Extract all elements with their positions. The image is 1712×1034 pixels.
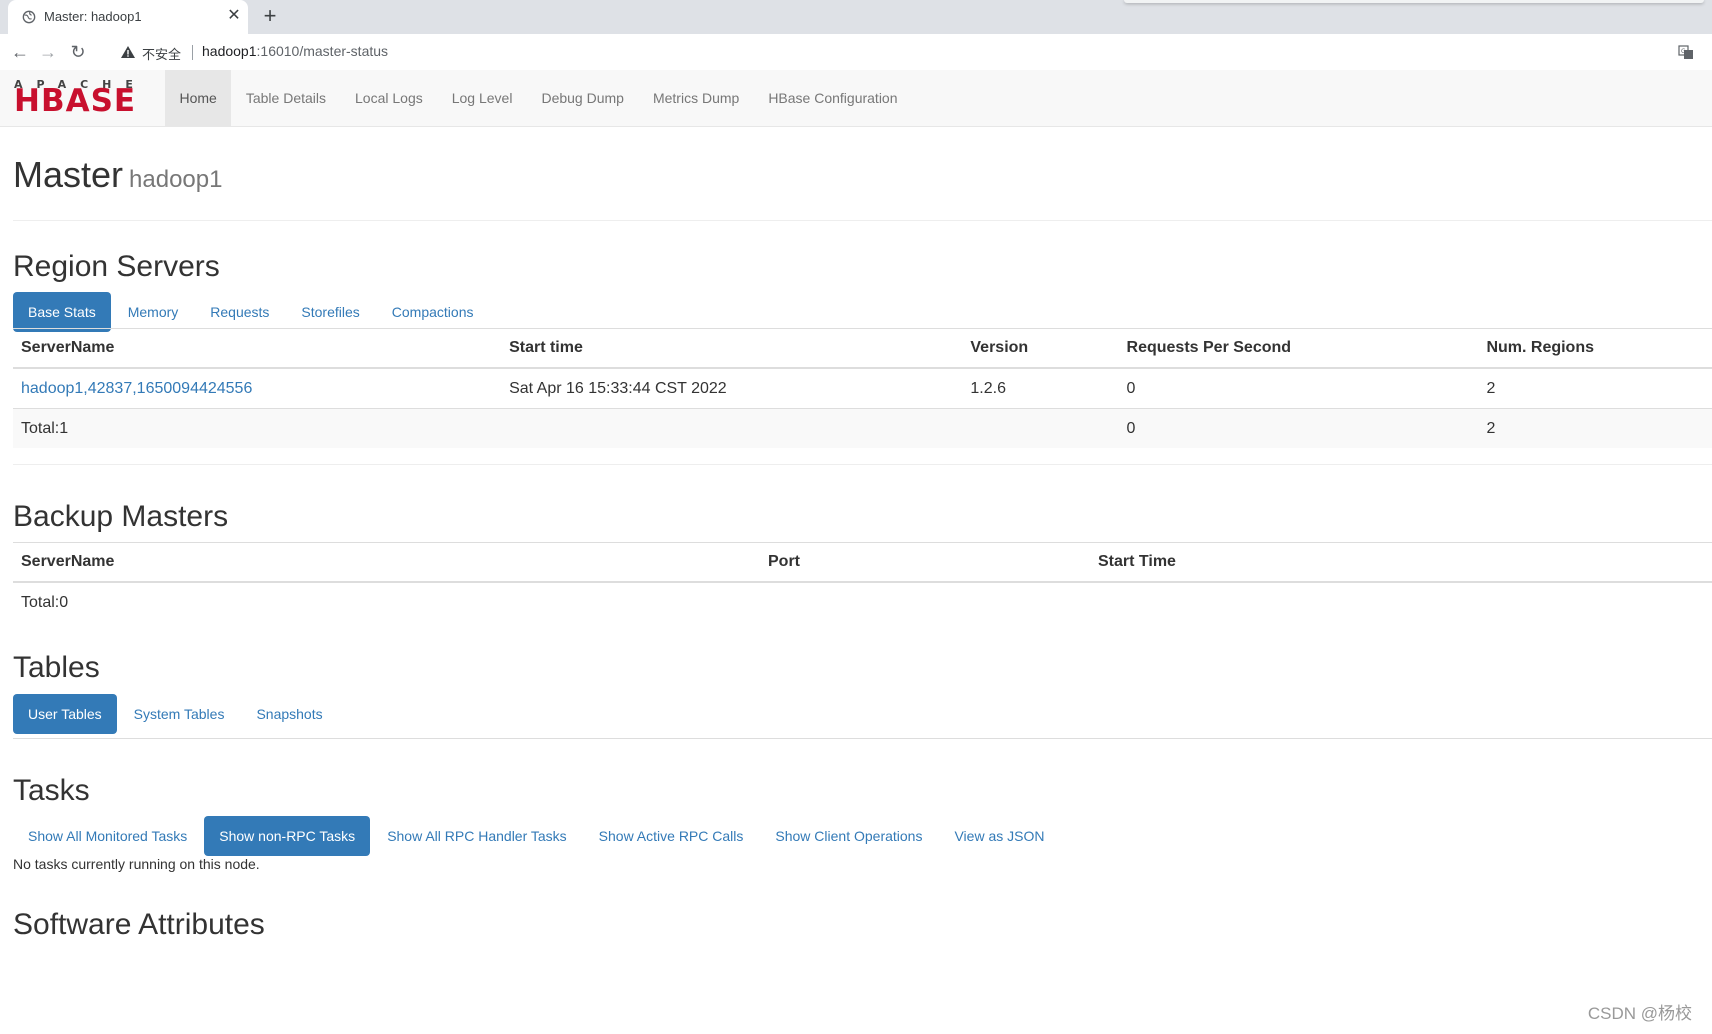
reload-icon[interactable]: ↻ [64,38,92,66]
forward-arrow-icon[interactable]: → [34,38,62,66]
watermark: CSDN @杨校 [1587,1004,1692,1023]
nav-item-metrics-dump[interactable]: Metrics Dump [638,70,753,126]
globe-icon [22,10,36,24]
tab-show-non-rpc-tasks[interactable]: Show non-RPC Tasks [204,816,371,856]
table-cell: hadoop1,42837,1650094424556 [13,367,502,409]
tasks-tabs: Show All Monitored Tasks Show non-RPC Tas… [13,816,1061,856]
tab-snapshots[interactable]: Snapshots [241,694,337,734]
table-cell: Sat Apr 16 15:33:44 CST 2022 [501,367,963,409]
total-cell: 0 [1118,408,1479,448]
tab-requests[interactable]: Requests [195,292,284,332]
divider [13,464,1712,465]
close-tab-icon[interactable]: ✕ [224,5,244,27]
address-bar[interactable]: 不安全 hadoop1:16010/master-status G [112,38,1700,66]
table-cell: 0 [1118,367,1479,409]
logo-hbase-text: HBASE [14,83,137,119]
column-header-requests-per-second[interactable]: Requests Per Second [1118,329,1479,369]
nav-links: Home Table Details Local Logs Log Level Debu… [165,70,912,126]
total-cell: 2 [1478,408,1712,448]
page-title-text: Master [13,154,124,195]
separator [192,45,193,60]
column-header-start-time[interactable]: Start time [501,329,963,369]
tab-view-as-json[interactable]: View as JSON [939,816,1059,856]
software-attributes-heading: Software Attributes [13,908,265,941]
table-header-row: ServerName Port Start Time [13,543,1712,583]
table-cell: 1.2.6 [962,367,1119,409]
region-servers-table: ServerName Start time Version Requests Per … [13,328,1712,448]
url-host: hadoop1 [202,43,257,59]
tables-heading: Tables [13,651,100,684]
table-row: Total:0 [13,582,1712,622]
tab-memory[interactable]: Memory [113,292,194,332]
backup-masters-total: Total:0 [21,593,69,611]
tab-show-active-rpc-calls[interactable]: Show Active RPC Calls [584,816,759,856]
column-header-servername[interactable]: ServerName [13,329,502,369]
url-text[interactable]: hadoop1:16010/master-status [202,43,388,59]
nav-item-table-details[interactable]: Table Details [231,70,340,126]
svg-text:G: G [1681,48,1686,55]
column-header-servername[interactable]: ServerName [13,543,760,583]
tab-storefiles[interactable]: Storefiles [286,292,374,332]
browser-tab[interactable]: Master: hadoop1 ✕ [8,0,248,34]
server-name-link[interactable]: hadoop1,42837,1650094424556 [21,380,252,397]
table-row: hadoop1,42837,1650094424556 Sat Apr 16 15… [13,367,1712,409]
region-servers-tabs: Base Stats Memory Requests Storefiles Compac… [13,292,490,332]
hbase-navbar: APACHE HBASE Home Table Details Local Logs… [0,70,1712,127]
tab-title: Master: hadoop1 [44,9,142,24]
tasks-message: No tasks currently running on this node. [13,856,260,872]
translate-icon[interactable]: G [1678,44,1694,60]
page-title: Master hadoop1 [13,154,222,196]
column-header-start-time[interactable]: Start Time [1090,543,1712,583]
backup-masters-table: ServerName Port Start Time Total:0 [13,542,1712,622]
browser-tabstrip: Master: hadoop1 ✕ + [0,0,1712,34]
tab-show-client-operations[interactable]: Show Client Operations [760,816,937,856]
nav-item-log-level[interactable]: Log Level [437,70,527,126]
tab-compactions[interactable]: Compactions [377,292,489,332]
nav-item-local-logs[interactable]: Local Logs [341,70,438,126]
nav-item-hbase-configuration[interactable]: HBase Configuration [754,70,912,126]
tab-system-tables[interactable]: System Tables [119,694,240,734]
insecure-label[interactable]: 不安全 [142,44,181,63]
extension-popup-edge [1124,0,1704,3]
tab-user-tables[interactable]: User Tables [13,694,117,734]
tab-base-stats[interactable]: Base Stats [13,292,111,332]
url-path: :16010/master-status [256,43,389,59]
nav-item-debug-dump[interactable]: Debug Dump [527,70,639,126]
nav-item-home[interactable]: Home [165,70,232,126]
back-arrow-icon[interactable]: ← [6,38,34,66]
total-cell [501,408,963,448]
divider [13,738,1712,739]
table-total-row: Total:1 0 2 [13,408,1712,448]
total-cell [962,408,1119,448]
tab-show-all-rpc-handler-tasks[interactable]: Show All RPC Handler Tasks [372,816,581,856]
warning-icon [121,46,135,58]
column-header-num-regions[interactable]: Num. Regions [1478,329,1712,369]
table-header-row: ServerName Start time Version Requests Per … [13,329,1712,369]
page-header: Master hadoop1 [13,154,1712,221]
region-servers-heading: Region Servers [13,250,220,283]
tables-tabs: User Tables System Tables Snapshots [13,694,340,734]
table-cell: 2 [1478,367,1712,409]
new-tab-button[interactable]: + [258,4,282,28]
browser-toolbar: ← → ↻ 不安全 hadoop1:16010/master-status G [0,34,1712,71]
column-header-port[interactable]: Port [760,543,1090,583]
tasks-heading: Tasks [13,774,90,807]
backup-masters-heading: Backup Masters [13,500,229,533]
total-cell: Total:1 [13,408,502,448]
column-header-version[interactable]: Version [962,329,1119,369]
hbase-logo[interactable]: APACHE HBASE [14,78,150,118]
tab-show-all-monitored-tasks[interactable]: Show All Monitored Tasks [13,816,202,856]
page-subtitle: hadoop1 [129,166,223,193]
